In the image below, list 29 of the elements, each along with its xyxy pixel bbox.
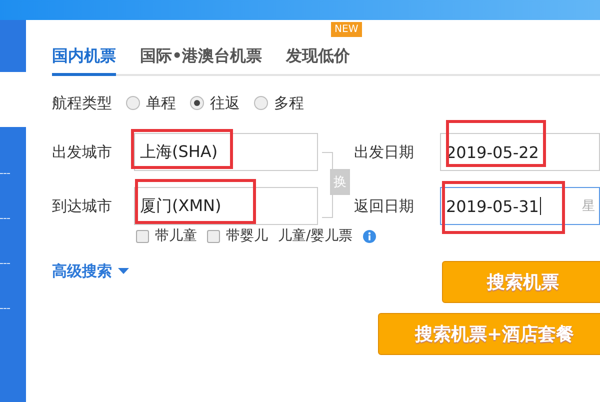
checkbox[interactable] (136, 230, 149, 242)
new-badge: NEW (330, 22, 362, 37)
checkbox-option[interactable]: 带儿童 (136, 227, 197, 245)
radio-option[interactable]: 往返 (190, 94, 240, 112)
field-label: 出发城市 (52, 142, 113, 162)
field-label: 到达城市 (52, 196, 113, 216)
weekday-hint: 星 (582, 198, 595, 215)
info-icon[interactable] (362, 230, 376, 242)
radio-icon[interactable] (254, 96, 268, 110)
city-field[interactable]: 上海(SHA) (134, 133, 318, 171)
date-field[interactable]: 2019-05-31 星 (440, 187, 600, 225)
advanced-search-link[interactable]: 高级搜索 (52, 261, 129, 281)
field-label: 返回日期 (354, 196, 415, 216)
checkbox-option[interactable]: 带婴儿 (207, 227, 268, 245)
field-label: 航程类型 (52, 94, 112, 112)
radio-icon[interactable] (190, 96, 204, 110)
radio-icon[interactable] (126, 96, 140, 110)
tab[interactable]: 国际•港澳台机票 (140, 46, 262, 76)
checkbox[interactable] (207, 230, 220, 242)
city-field[interactable]: 厦门(XMN) (134, 187, 318, 225)
caret-icon (118, 268, 129, 274)
radio-option[interactable]: 多程 (254, 94, 304, 112)
radio-option[interactable]: 单程 (126, 94, 176, 112)
sidebar-panel (0, 20, 26, 72)
ticket-info-label: 儿童/婴儿票 (278, 227, 353, 245)
date-field[interactable]: 2019-05-22 (440, 133, 600, 171)
tab[interactable]: 发现低价 (286, 46, 350, 76)
tab[interactable]: 国内机票 (52, 46, 116, 76)
field-label: 出发日期 (354, 142, 415, 162)
